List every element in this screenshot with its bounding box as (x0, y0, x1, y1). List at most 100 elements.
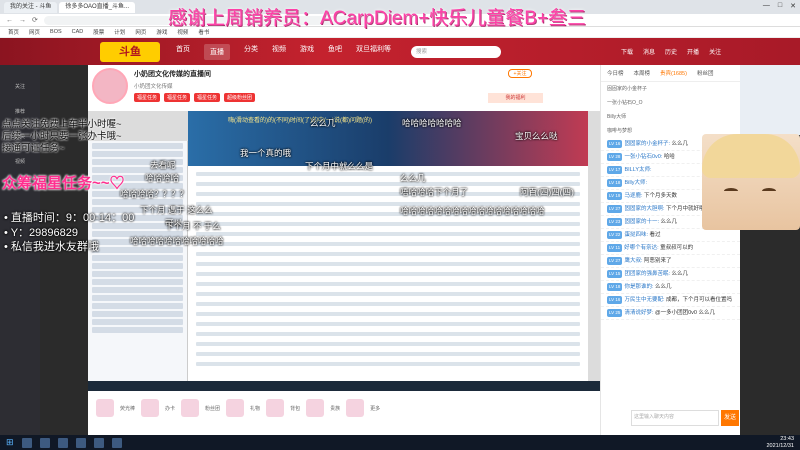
taskbar-app-icon[interactable] (21, 437, 32, 448)
rank-item[interactable]: Billy大师 (601, 110, 740, 124)
video-player[interactable]: 嗨(滑动查看的)的(不同)时间(了)的中(一)说(都)问题(的) 去看呢 么么几哈… (88, 111, 600, 391)
taskbar-app-icon[interactable] (57, 437, 68, 448)
site-search-input[interactable]: 搜索 (411, 45, 501, 58)
gift-icon[interactable] (346, 399, 365, 417)
chat-username[interactable]: 鹰大叔: (624, 258, 642, 264)
tab-daily[interactable]: 今日榜 (607, 69, 624, 77)
streamer-avatar[interactable] (92, 68, 128, 104)
room-badges: 福星任务 福星任务 福星任务 超级粉丝团 (134, 93, 256, 102)
danmu-comment: 么么几 (400, 173, 426, 183)
badge[interactable]: 福星任务 (194, 93, 221, 102)
rank-item[interactable]: 固固家的小金杯子 (601, 82, 740, 96)
forward-icon[interactable]: → (19, 17, 26, 24)
sidebar-item-recommend[interactable]: 推荐 (0, 108, 40, 115)
nav-game[interactable]: 游戏 (300, 44, 314, 60)
chat-text: @一多小团团0v0 么么几 (653, 310, 715, 316)
tab-weekly[interactable]: 本周榜 (634, 69, 651, 77)
gift-icon[interactable] (226, 399, 245, 417)
danmu-comment: 下个月中就么么是 (305, 161, 374, 171)
nav-yuba[interactable]: 鱼吧 (328, 44, 342, 60)
bookmark-item[interactable]: 游戏 (156, 28, 167, 36)
chat-username[interactable]: BILLY太师: (624, 167, 651, 173)
sidebar-item-video[interactable]: 视频 (0, 158, 40, 165)
right-ad-panel[interactable] (740, 65, 800, 135)
chat-input[interactable]: 这里输入聊天内容 (631, 410, 719, 426)
sidebar-item-follow[interactable]: 关注 (0, 83, 40, 90)
nav-welfare[interactable]: 双旦福利等 (356, 44, 391, 60)
welfare-banner[interactable]: 我的福利 (488, 93, 543, 103)
gift-icon[interactable] (306, 399, 325, 417)
maximize-icon[interactable]: □ (778, 2, 782, 10)
nav-category[interactable]: 分类 (244, 44, 258, 60)
site-header: 斗鱼 首页 直播 分类 视频 游戏 鱼吧 双旦福利等 搜索 下载 消息 历史 开… (0, 38, 800, 65)
nav-video[interactable]: 视频 (272, 44, 286, 60)
start-stream-link[interactable]: 开播 (687, 47, 699, 56)
badge[interactable]: 超级粉丝团 (224, 93, 256, 102)
follow-button[interactable]: +关注 (508, 69, 532, 78)
badge[interactable]: 福星任务 (164, 93, 191, 102)
close-icon[interactable]: ✕ (790, 2, 796, 10)
danmu-comment: 宝贝么么哒 (515, 131, 558, 141)
gift-icon[interactable] (181, 399, 200, 417)
gift-icon[interactable] (141, 399, 160, 417)
chat-username[interactable]: 你是那谁的: (624, 284, 653, 290)
danmu-comment: 下个月 遇于 这么么 (140, 205, 213, 215)
minimize-icon[interactable]: — (763, 2, 770, 10)
gift-icon[interactable] (96, 399, 114, 417)
bookmark-item[interactable]: 首页 (8, 28, 19, 36)
chat-username[interactable]: 固固家的十一: (624, 219, 659, 225)
bookmark-item[interactable]: CAD (72, 29, 84, 35)
gift-label: 贵族 (330, 405, 341, 412)
danmu-comment: 哈哈哈哈 (145, 173, 180, 183)
browser-tab-active[interactable]: 徐多多OAO直播_斗鱼... (59, 1, 136, 13)
chat-username[interactable]: 固固家的小金杯子: (624, 141, 670, 147)
level-badge: LV 17 (607, 166, 623, 174)
bookmark-item[interactable]: 计划 (114, 28, 125, 36)
rank-item[interactable]: 一张小钻石O_O (601, 96, 740, 110)
taskbar-app-icon[interactable] (75, 437, 86, 448)
bookmark-item[interactable]: 股票 (93, 28, 104, 36)
chat-username[interactable]: 清清说好梦: (624, 310, 653, 316)
level-badge: LV 16 (607, 296, 623, 304)
bookmark-item[interactable]: 网页 (135, 28, 146, 36)
download-link[interactable]: 下载 (621, 47, 633, 56)
badge[interactable]: 福星任务 (134, 93, 161, 102)
chat-username[interactable]: 固固家的大胆啊: (624, 206, 664, 212)
back-icon[interactable]: ← (6, 17, 13, 24)
level-badge: LV 18 (607, 179, 623, 187)
taskbar-app-icon[interactable] (93, 437, 104, 448)
message-link[interactable]: 消息 (643, 47, 655, 56)
taskbar-app-icon[interactable] (39, 437, 50, 448)
nav-home[interactable]: 首页 (176, 44, 190, 60)
site-logo[interactable]: 斗鱼 (100, 41, 160, 62)
nav-live[interactable]: 直播 (204, 43, 230, 60)
chat-username[interactable]: 蛋挞四味: (624, 232, 648, 238)
tab-vip[interactable]: 贵宾(1685) (660, 69, 687, 77)
history-link[interactable]: 历史 (665, 47, 677, 56)
room-header: 小奶团文化传媒的直播间 小奶团文化传媒 福星任务 福星任务 福星任务 超级粉丝团… (88, 65, 600, 108)
bookmark-item[interactable]: BOS (50, 29, 62, 35)
chat-username[interactable]: 一张小钻石0v0: (624, 154, 662, 160)
chat-username[interactable]: 团团家的强鼻苦眠: (624, 271, 670, 277)
chat-message: LV 22 蛋挞四味: 看过 (601, 229, 740, 242)
bookmark-item[interactable]: 网页 (29, 28, 40, 36)
send-button[interactable]: 发送 (721, 410, 739, 426)
chat-username[interactable]: Billy大师: (624, 180, 647, 186)
character-eye-left (724, 188, 738, 194)
gift-label: 礼物 (250, 405, 261, 412)
chat-username[interactable]: 好哪个有奈达: (624, 245, 659, 251)
gift-icon[interactable] (266, 399, 285, 417)
browser-tab[interactable]: 我的关注 - 斗鱼 (4, 1, 58, 13)
taskbar-app-icon[interactable] (111, 437, 122, 448)
overlay-task: 众筹福星任务~~♡ (2, 175, 125, 192)
danmu-comment: 去看呢 (150, 160, 176, 170)
gift-label: 办卡 (165, 405, 176, 412)
chat-username[interactable]: 马逐鹿: (624, 193, 642, 199)
overlay-stream-time: • 直播时间：9：00-14：00 (4, 212, 135, 224)
character-hair (702, 134, 800, 178)
windows-start-icon[interactable]: ⊞ (6, 437, 14, 448)
follow-link[interactable]: 关注 (709, 47, 721, 56)
chat-username[interactable]: 万民生中无要配: (624, 297, 664, 303)
tab-fans[interactable]: 粉丝团 (697, 69, 714, 77)
refresh-icon[interactable]: ⟳ (32, 16, 38, 24)
